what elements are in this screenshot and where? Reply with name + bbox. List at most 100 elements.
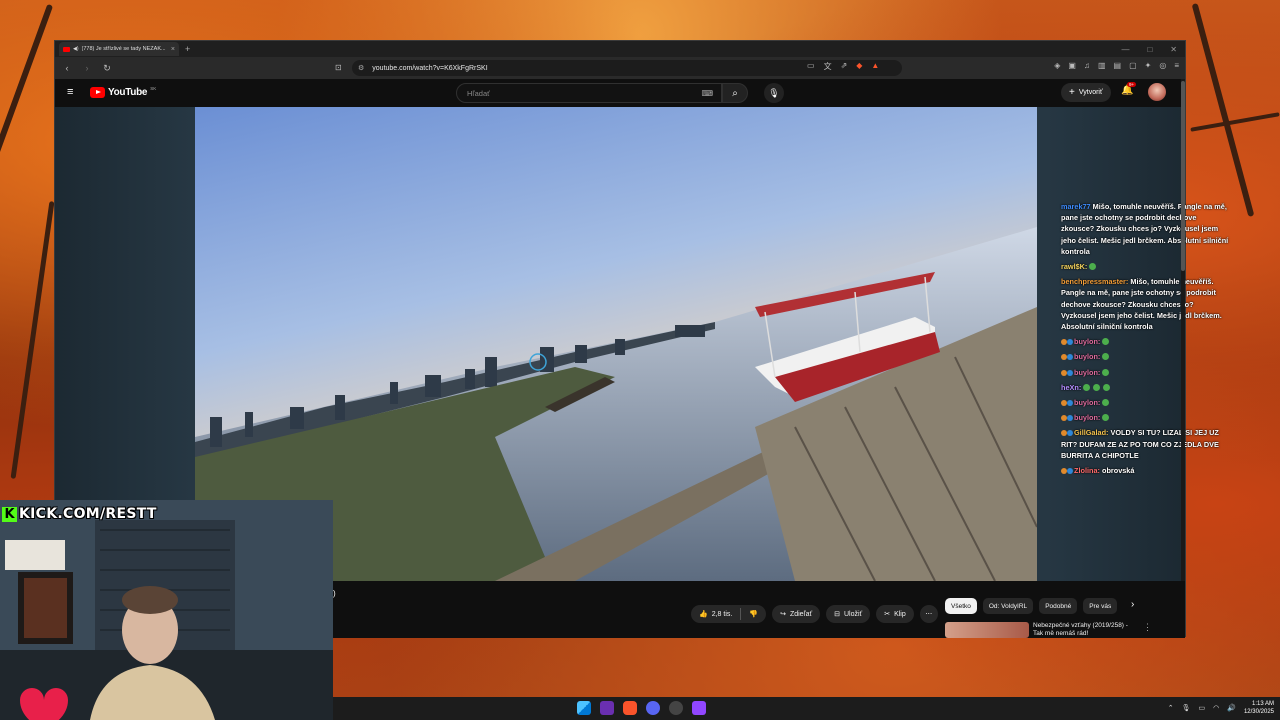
menu-icon[interactable]: ≡ (1174, 61, 1179, 70)
like-dislike-group: 👍 2,8 tis. 👎 (691, 605, 767, 623)
brave-rewards-icon[interactable]: ▲ (871, 61, 879, 72)
clock[interactable]: 1:13 AM 12/30/2025 (1244, 700, 1274, 716)
media-icon[interactable]: ♫ (1084, 61, 1090, 70)
extensions-puzzle-icon[interactable]: ✦ (1145, 61, 1152, 70)
recommended-title[interactable]: Nebezpečné vzťahy (2019/258) - Tak mě ne… (1033, 622, 1133, 638)
chip-for-you[interactable]: Pre vás (1083, 598, 1118, 614)
new-tab-icon[interactable]: + (185, 44, 190, 54)
chat-message: buylon: (1061, 367, 1229, 378)
chip-similar[interactable]: Podobné (1039, 598, 1078, 614)
maximize-icon[interactable]: □ (1147, 45, 1152, 54)
search-button[interactable]: ⌕ (722, 83, 748, 103)
back-icon[interactable]: ‹ (61, 63, 73, 73)
share-icon[interactable]: ⇗ (841, 61, 848, 72)
chat-message: buylon: (1061, 397, 1229, 408)
like-count: 2,8 tis. (711, 610, 733, 618)
chat-username[interactable]: Zlolina: (1074, 466, 1100, 475)
recommended-thumbnail[interactable] (945, 622, 1029, 638)
chat-message: marek77 Mišo, tomuhle neuvěříš. Pangle n… (1061, 201, 1229, 257)
screenshot-icon[interactable]: ▢ (1129, 61, 1137, 70)
extension-icon[interactable]: ◈ (1054, 61, 1060, 70)
chip-from-channel[interactable]: Od: VoldyIRL (982, 598, 1034, 614)
sidebar-icon[interactable]: ▥ (1098, 61, 1106, 70)
chat-emote-icon (1083, 383, 1091, 391)
voice-search-button[interactable]: 🎙 (764, 83, 784, 103)
like-button[interactable]: 👍 2,8 tis. (691, 605, 740, 623)
brave-shields-icon[interactable]: ◆ (856, 61, 862, 72)
chat-overlay: marek77 Mišo, tomuhle neuvěříš. Pangle n… (1061, 201, 1229, 480)
notification-badge: 9+ (1127, 82, 1137, 87)
chat-username[interactable]: GillGalad: (1074, 428, 1108, 437)
kick-url-text: KICK.COM/RESTT (19, 506, 157, 522)
wallet-icon[interactable]: ▣ (1068, 61, 1076, 70)
tab-search-icon[interactable]: ▤ (1114, 61, 1122, 70)
url-text: youtube.com/watch?v=K6XkFgRrSKI (372, 64, 488, 72)
keyboard-icon[interactable]: ⌨ (701, 89, 713, 98)
share-label: Zdieľať (789, 610, 813, 618)
chat-emote-icon (1102, 414, 1110, 422)
cast-icon[interactable]: ▭ (807, 61, 815, 72)
chat-message: benchpressmaster: Mišo, tomuhle neuvěříš… (1061, 276, 1229, 332)
microphone-tray-icon[interactable]: 🎙 (1182, 704, 1191, 712)
more-vertical-icon[interactable]: ⋮ (1143, 622, 1152, 638)
recommended-video[interactable]: Nebezpečné vzťahy (2019/258) - Tak mě ne… (945, 622, 1152, 638)
system-tray: ⌃ 🎙 ▭ ◠ 🔊 1:13 AM 12/30/2025 (1168, 700, 1274, 716)
webcam-overlay (0, 500, 333, 720)
create-button[interactable]: + Vytvoriť (1061, 83, 1111, 102)
translate-icon[interactable]: 文 (824, 61, 832, 72)
chat-emote-icon (1103, 383, 1111, 391)
save-button[interactable]: ⊟ Uložiť (826, 605, 871, 623)
chat-username[interactable]: rawl$K: (1061, 262, 1087, 271)
share-button[interactable]: ↪ Zdieľať (772, 605, 821, 623)
chat-badge-icon (1067, 369, 1073, 376)
save-label: Uložiť (844, 610, 863, 618)
avatar[interactable] (1148, 83, 1166, 101)
forward-icon[interactable]: › (81, 63, 93, 73)
display-icon[interactable]: ▭ (1199, 704, 1206, 712)
chevron-up-icon[interactable]: ⌃ (1168, 704, 1174, 712)
chat-username[interactable]: heXn: (1061, 383, 1081, 392)
bookmark-icon[interactable]: ⊡ (335, 63, 342, 72)
chat-username[interactable]: buylon: (1074, 352, 1100, 361)
chat-emote-icon (1102, 368, 1110, 376)
search-box: ⌨ (456, 83, 722, 103)
minimize-icon[interactable]: — (1121, 45, 1129, 54)
more-actions-button[interactable]: ⋯ (919, 605, 938, 623)
notifications-button[interactable]: 🔔 9+ (1121, 82, 1137, 96)
scrollbar-thumb[interactable] (1181, 81, 1185, 271)
chat-username[interactable]: benchpressmaster: (1061, 277, 1128, 286)
tab-bar: ◀) (778) Je střízlivé se tady NEZAK... ×… (55, 41, 1185, 57)
discord-icon[interactable] (646, 701, 660, 715)
chat-username[interactable]: buylon: (1074, 368, 1100, 377)
app-icon-2[interactable] (669, 701, 683, 715)
chat-message: buylon: (1061, 336, 1229, 347)
chip-all[interactable]: Všetko (945, 598, 977, 614)
twitch-icon[interactable] (692, 701, 706, 715)
reload-icon[interactable]: ↻ (101, 63, 113, 74)
chat-username[interactable]: marek77 (1061, 202, 1091, 211)
chat-username[interactable]: buylon: (1074, 337, 1100, 346)
guide-menu-icon[interactable]: ≡ (67, 87, 77, 98)
wifi-icon[interactable]: ◠ (1213, 704, 1219, 712)
clip-button[interactable]: ✂ Klip (876, 605, 914, 623)
youtube-logo[interactable]: YouTube SK (90, 86, 156, 98)
webcam-feed (0, 500, 333, 720)
dislike-button[interactable]: 👎 (741, 605, 766, 623)
brave-browser-icon[interactable] (623, 701, 637, 715)
chat-badge-icon (1067, 354, 1073, 361)
app-icon-1[interactable] (600, 701, 614, 715)
chat-username[interactable]: buylon: (1074, 398, 1100, 407)
chat-badge-icon (1067, 415, 1073, 422)
close-tab-icon[interactable]: × (171, 46, 175, 53)
chat-message: buylon: (1061, 412, 1229, 423)
chevron-right-icon[interactable]: › (1131, 599, 1134, 610)
browser-tab[interactable]: ◀) (778) Je střízlivé se tady NEZAK... × (59, 42, 179, 56)
search-input[interactable] (467, 88, 697, 98)
site-info-icon[interactable]: ⚙ (358, 64, 364, 72)
volume-icon[interactable]: 🔊 (1227, 704, 1236, 712)
windows-start-icon[interactable] (577, 701, 591, 715)
chat-username[interactable]: buylon: (1074, 413, 1100, 422)
vpn-icon[interactable]: ◎ (1159, 61, 1166, 70)
create-label: Vytvoriť (1078, 89, 1103, 96)
close-window-icon[interactable]: ✕ (1170, 45, 1177, 54)
